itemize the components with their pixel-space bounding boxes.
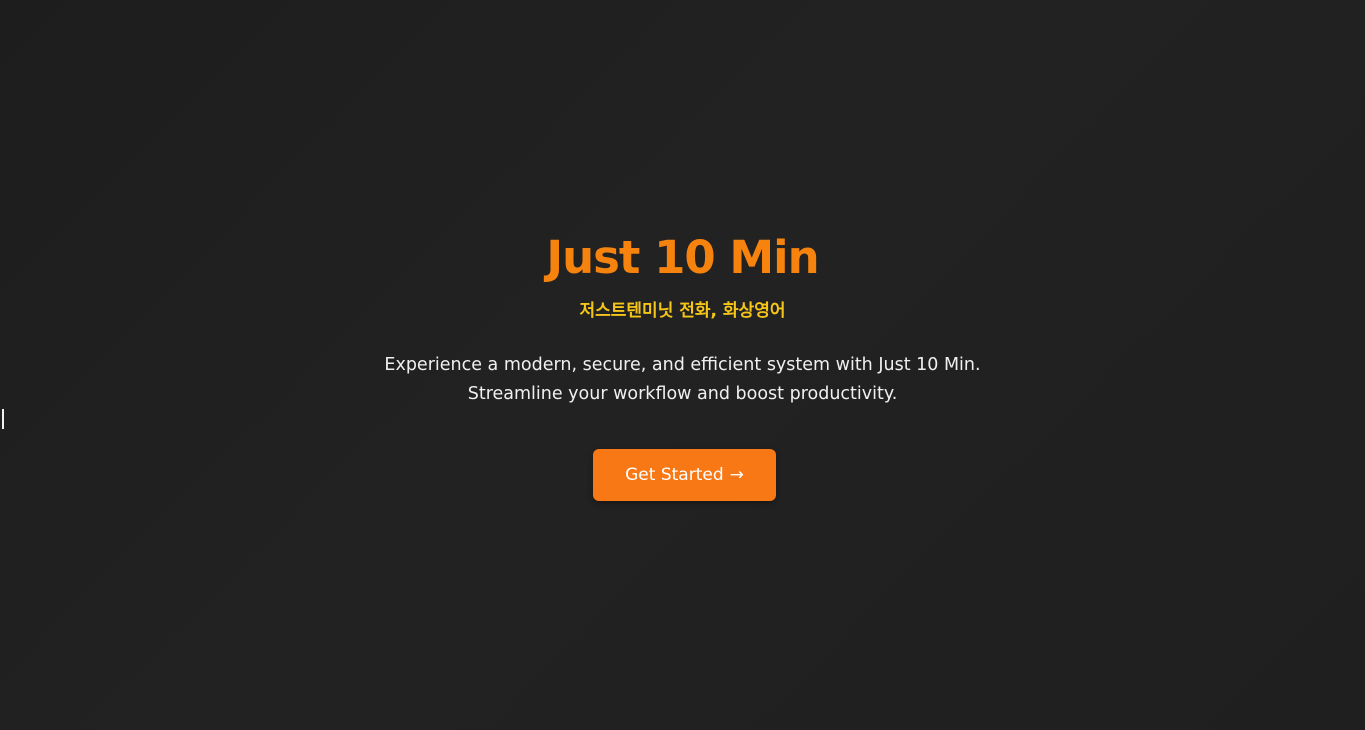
get-started-button[interactable]: Get Started → (593, 449, 776, 501)
description-line-1: Experience a modern, secure, and efficie… (384, 355, 981, 375)
page-title: Just 10 Min (546, 231, 819, 284)
description-line-2: Streamline your workflow and boost produ… (0, 380, 1365, 429)
right-arrow-icon: → (729, 465, 744, 485)
description-line-2-text: Streamline your workflow and boost produ… (467, 384, 898, 404)
text-caret (2, 409, 4, 429)
get-started-label: Get Started (625, 465, 724, 485)
hero-section: Just 10 Min 저스트텐미닛 전화, 화상영어 Experience a… (0, 0, 1365, 730)
subtitle: 저스트텐미닛 전화, 화상영어 (579, 301, 786, 321)
description: Experience a modern, secure, and efficie… (0, 351, 1365, 429)
